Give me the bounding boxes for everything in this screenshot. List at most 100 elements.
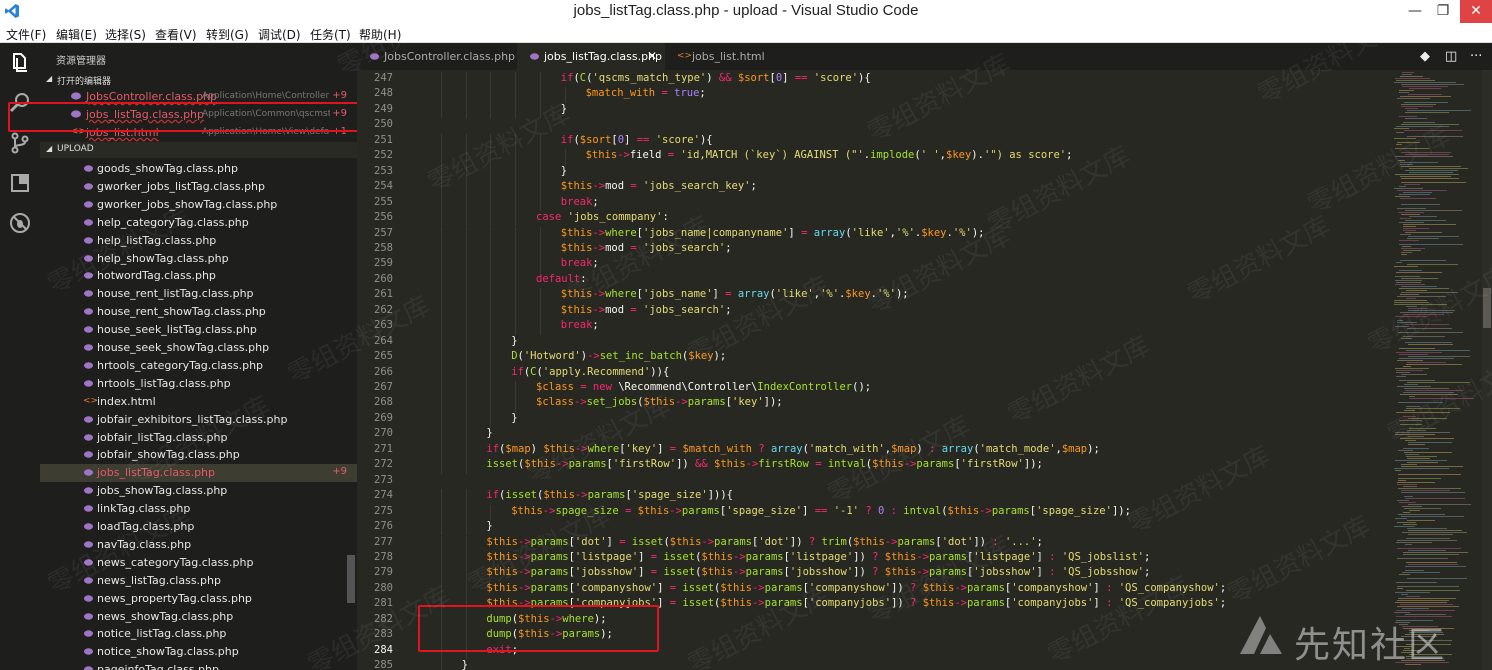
file-item[interactable]: jobfair_listTag.class.php (40, 429, 357, 447)
code-line[interactable]: $match_with = true; (586, 87, 706, 99)
code-line[interactable]: $class = new \Recommend\Controller\Index… (536, 381, 871, 393)
maximize-button[interactable]: ❐ (1428, 0, 1458, 23)
minimap-line (1400, 198, 1436, 199)
code-line[interactable]: $this->spage_size = $this->params['spage… (511, 505, 1131, 517)
file-item[interactable]: house_rent_showTag.class.php (40, 303, 357, 321)
tab-jobscontroller[interactable]: JobsController.class.php (357, 43, 517, 70)
code-line[interactable]: $this->mod = 'jobs_search'; (561, 304, 732, 316)
minimap[interactable] (1392, 70, 1482, 670)
code-line[interactable]: if(C('qscms_match_type') && $sort[0] == … (561, 72, 871, 84)
code-line[interactable]: $this->where['jobs_name|companyname'] = … (561, 227, 985, 239)
code-line[interactable]: $this->params['jobsshow'] = isset($this-… (486, 566, 1150, 578)
code-editor[interactable]: 247 248 249 250 251 252 253 254 255 256 257 258 259 2… (357, 70, 1392, 670)
code-line[interactable]: if(C('apply.Recommend')){ (511, 366, 669, 378)
file-item[interactable]: <> index.html (40, 393, 357, 411)
file-item[interactable]: pageinfoTag.class.php (40, 661, 357, 670)
file-item[interactable]: jobfair_showTag.class.php (40, 446, 357, 464)
code-line[interactable]: } (462, 659, 468, 670)
code-line[interactable]: } (561, 103, 567, 115)
file-name: help_listTag.class.php (97, 233, 217, 247)
code-line[interactable]: } (486, 520, 492, 532)
code-line[interactable]: D('Hotword')->set_inc_batch($key); (511, 350, 726, 362)
file-item[interactable]: navTag.class.php (40, 536, 357, 554)
extensions-icon[interactable] (8, 171, 32, 195)
file-item[interactable]: hotwordTag.class.php (40, 267, 357, 285)
code-line[interactable]: if($sort[0] == 'score'){ (561, 134, 713, 146)
code-line[interactable]: default: (536, 273, 587, 285)
file-item[interactable]: goods_showTag.class.php (40, 160, 357, 178)
file-item[interactable]: jobs_showTag.class.php (40, 482, 357, 500)
file-item[interactable]: notice_showTag.class.php (40, 643, 357, 661)
code-line[interactable]: } (511, 335, 517, 347)
tab-jobs-list-html[interactable]: <> jobs_list.html (665, 43, 775, 70)
file-item[interactable]: house_seek_showTag.class.php (40, 339, 357, 357)
file-item[interactable]: help_categoryTag.class.php (40, 214, 357, 232)
menu-debug[interactable]: 调试(D) (258, 26, 301, 43)
menu-edit[interactable]: 编辑(E) (56, 26, 97, 43)
code-line[interactable]: $this->mod = 'jobs_search_key'; (561, 180, 757, 192)
close-tab-icon[interactable]: ✕ (647, 49, 657, 63)
code-line[interactable]: $this->mod = 'jobs_search'; (561, 242, 732, 254)
more-actions-icon[interactable]: ··· (1470, 49, 1482, 64)
indent-guide (540, 149, 541, 165)
code-line[interactable]: if($map) $this->where['key'] = $match_wi… (486, 443, 1099, 455)
menu-go[interactable]: 转到(G) (206, 26, 249, 43)
file-item[interactable]: jobs_listTag.class.php +9 (40, 464, 357, 483)
file-item[interactable]: news_propertyTag.class.php (40, 590, 357, 608)
upload-folder-header[interactable]: ◢ UPLOAD (40, 142, 357, 158)
open-changes-icon[interactable]: ◆ (1420, 49, 1430, 64)
file-item[interactable]: notice_listTag.class.php (40, 625, 357, 643)
file-item[interactable]: house_rent_listTag.class.php (40, 285, 357, 303)
source-control-icon[interactable] (8, 131, 32, 155)
file-item[interactable]: jobfair_exhibitors_listTag.class.php (40, 411, 357, 429)
file-item[interactable]: help_showTag.class.php (40, 250, 357, 268)
file-item[interactable]: hrtools_categoryTag.class.php (40, 357, 357, 375)
indent-guide (540, 241, 541, 258)
file-item[interactable]: linkTag.class.php (40, 500, 357, 518)
file-item[interactable]: house_seek_listTag.class.php (40, 321, 357, 339)
code-line[interactable]: } (561, 165, 567, 177)
code-line[interactable]: } (486, 427, 492, 439)
split-editor-icon[interactable]: ◫ (1445, 49, 1457, 64)
code-line[interactable]: if(isset($this->params['spage_size'])){ (486, 489, 733, 501)
file-item[interactable]: gworker_jobs_listTag.class.php (40, 178, 357, 196)
code-line[interactable]: $this->params['listpage'] = isset($this-… (486, 551, 1150, 563)
menu-tasks[interactable]: 任务(T) (310, 26, 351, 43)
code-line[interactable]: $this->params['companyshow'] = isset($th… (486, 582, 1226, 594)
code-line[interactable]: $this->params['dot'] = isset($this->para… (486, 536, 1042, 548)
file-item[interactable]: help_listTag.class.php (40, 232, 357, 250)
close-window-button[interactable]: ✕ (1460, 0, 1492, 23)
code-line[interactable]: break; (561, 196, 599, 208)
code-line[interactable]: break; (561, 319, 599, 331)
file-item[interactable]: hrtools_listTag.class.php (40, 375, 357, 393)
code-line[interactable]: $class->set_jobs($this->params['key']); (536, 396, 783, 408)
menu-help[interactable]: 帮助(H) (359, 26, 401, 43)
code-line[interactable]: $this->where['jobs_name'] = array('like'… (561, 288, 909, 300)
minimap-line (1396, 144, 1402, 145)
menu-selection[interactable]: 选择(S) (105, 26, 146, 43)
file-item[interactable]: news_categoryTag.class.php (40, 554, 357, 572)
indent-guide (490, 149, 492, 165)
file-item[interactable]: loadTag.class.php (40, 518, 357, 536)
sidebar-scrollbar[interactable] (347, 555, 355, 603)
code-line[interactable]: break; (561, 257, 599, 269)
minimize-button[interactable]: — (1400, 0, 1430, 23)
editor-scrollbar[interactable] (1482, 70, 1492, 670)
code-line[interactable]: isset($this->params['firstRow']) && $thi… (486, 458, 1042, 470)
php-file-icon (84, 165, 93, 172)
open-editors-header[interactable]: ◢ 打开的编辑器 (40, 72, 357, 88)
tab-jobs-listtag[interactable]: jobs_listTag.class.php ✕ (517, 43, 665, 70)
files-icon[interactable] (8, 51, 32, 75)
minimap-line (1402, 506, 1422, 507)
file-item[interactable]: news_showTag.class.php (40, 608, 357, 626)
scrollbar-thumb[interactable] (1483, 288, 1491, 328)
debug-icon[interactable] (8, 211, 32, 235)
file-item[interactable]: gworker_jobs_showTag.class.php (40, 196, 357, 214)
code-line[interactable]: $this->field = 'id,MATCH (`key`) AGAINST… (586, 149, 1073, 161)
code-line[interactable]: } (511, 412, 517, 424)
file-item[interactable]: news_listTag.class.php (40, 572, 357, 590)
menu-file[interactable]: 文件(F) (6, 26, 46, 43)
menu-view[interactable]: 查看(V) (155, 26, 197, 43)
line-number: 270 (374, 427, 393, 440)
code-line[interactable]: case 'jobs_commpany': (536, 211, 669, 223)
